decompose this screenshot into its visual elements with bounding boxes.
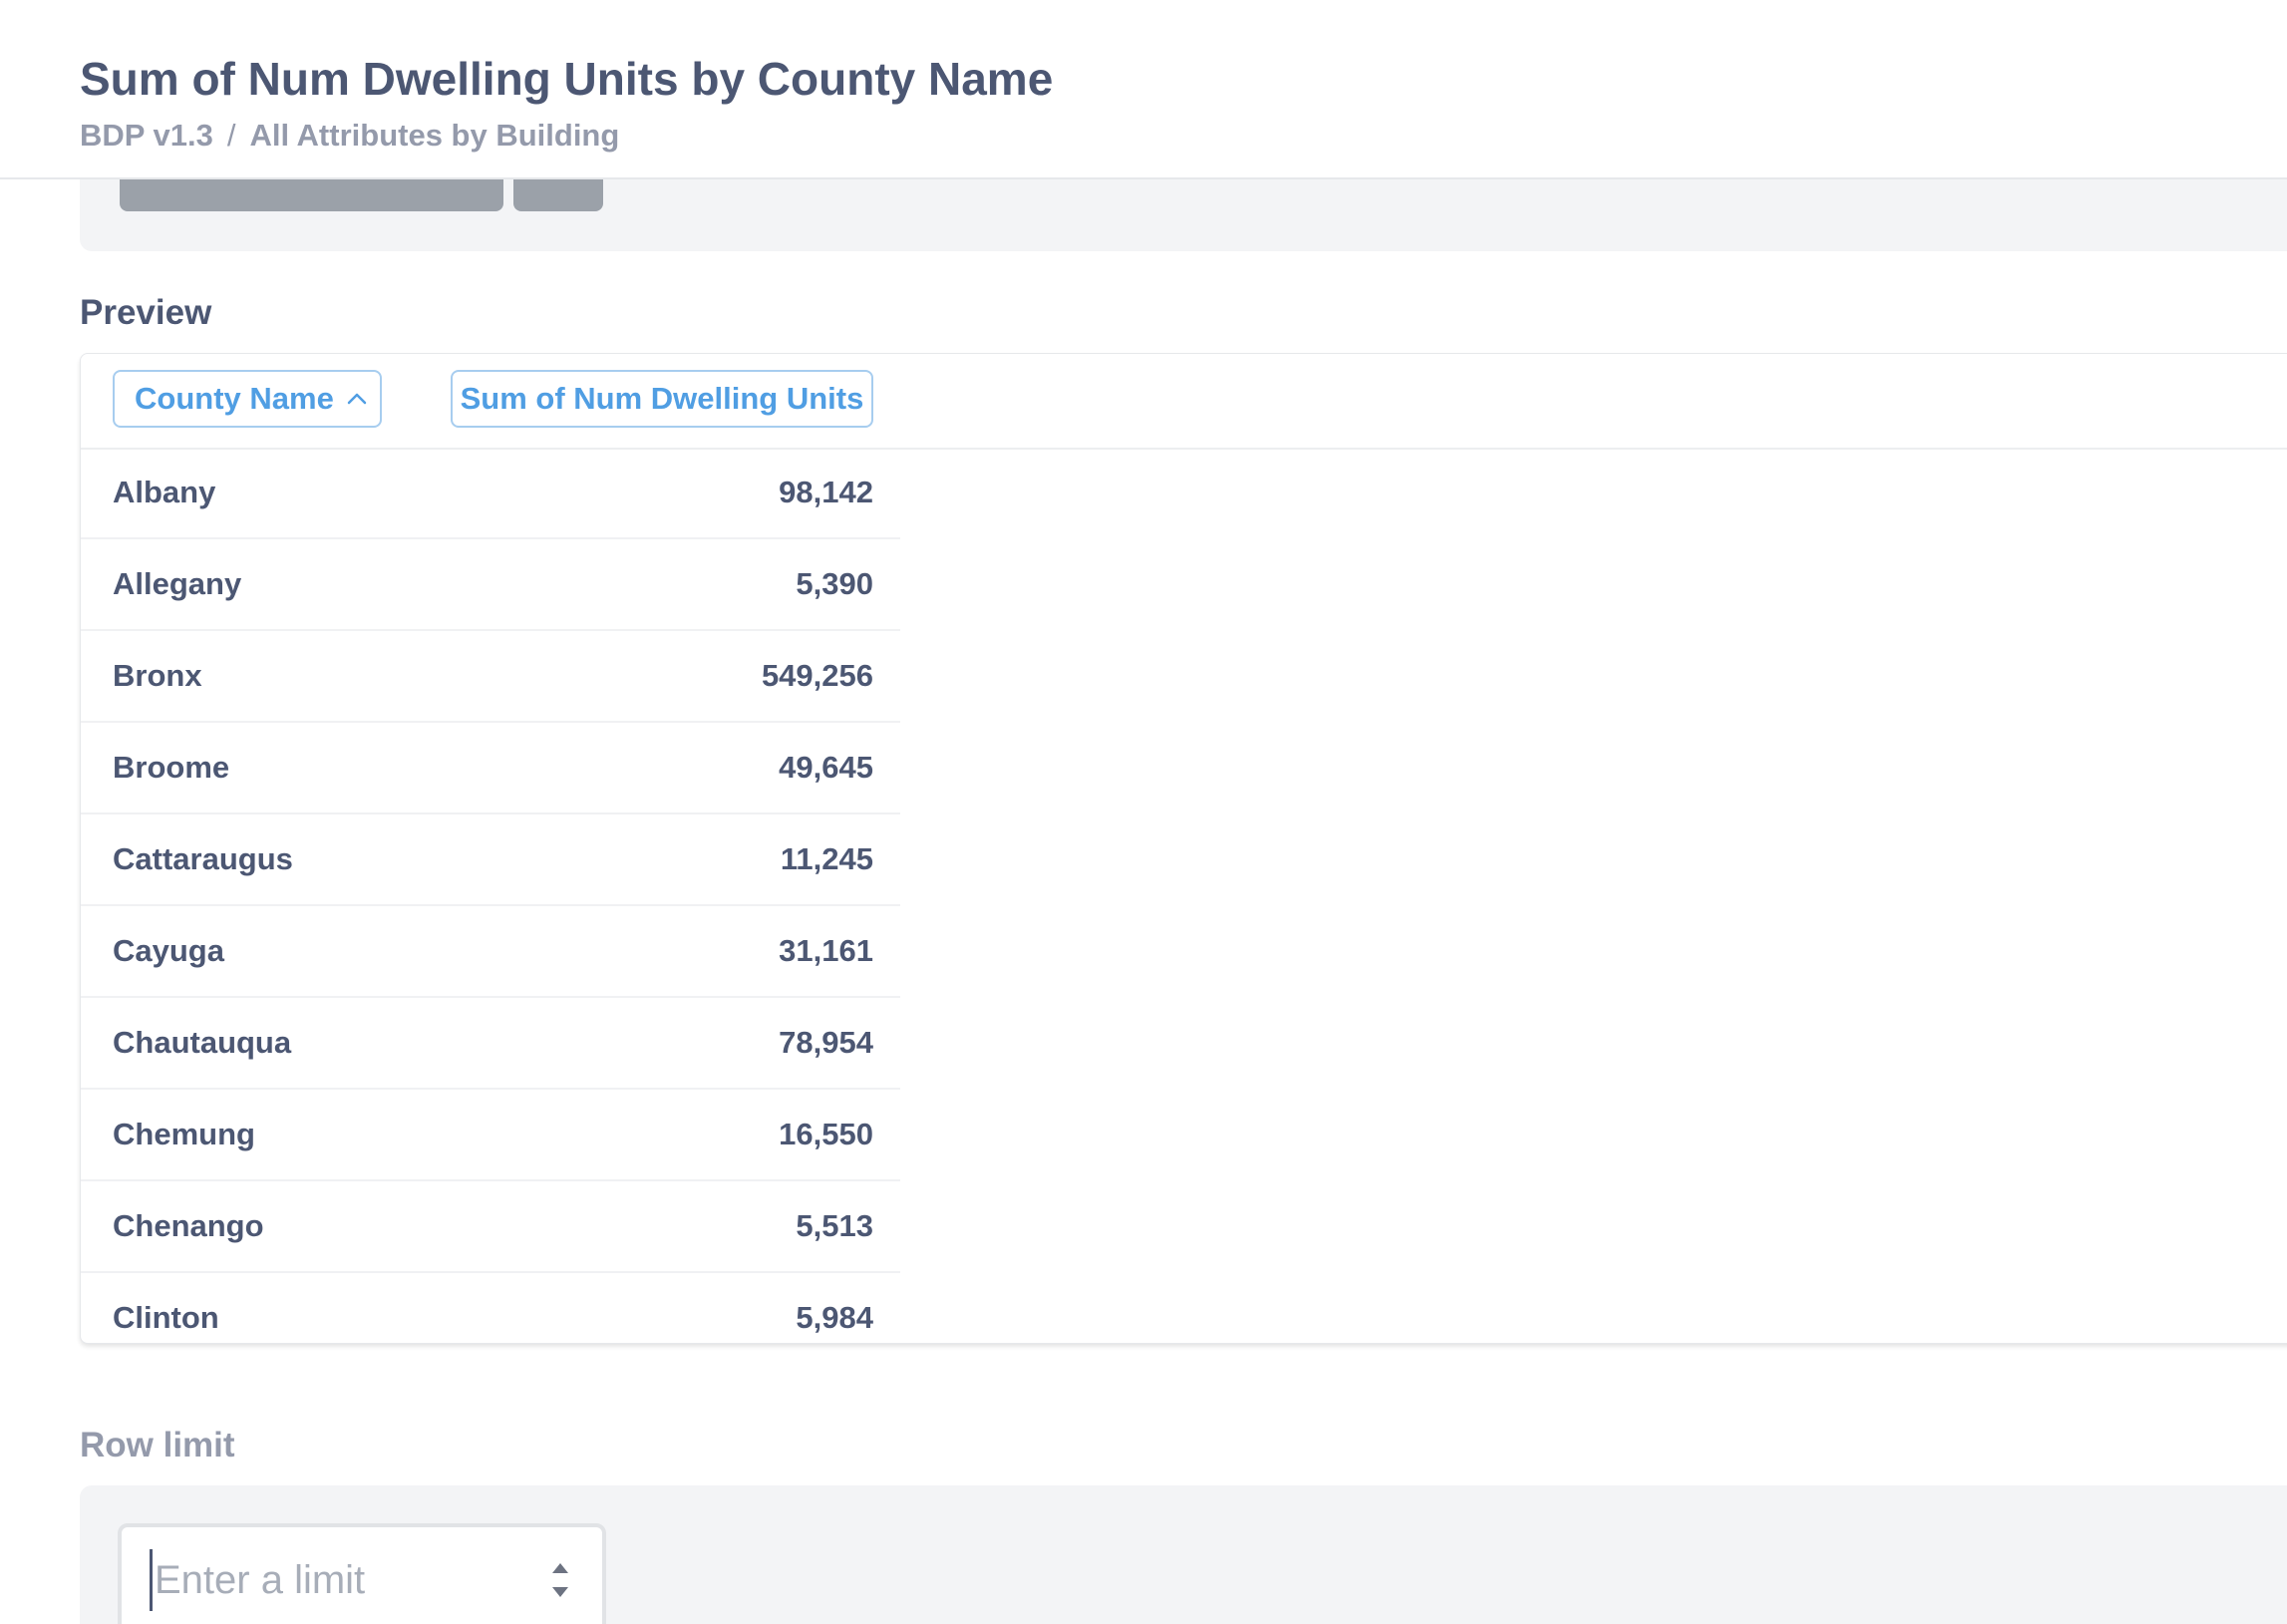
row-limit-input[interactable] [150,1549,535,1611]
county-name-cell: Bronx [113,658,202,693]
breadcrumb-table[interactable]: All Attributes by Building [249,118,619,153]
stepper-icon[interactable] [548,1557,572,1605]
table-row: Chemung 16,550 [81,1090,900,1181]
breadcrumb-separator: / [226,118,236,153]
dwelling-units-cell: 98,142 [779,475,873,509]
preview-table: County Name Sum of Num Dwelling Units Al… [80,353,2287,1344]
dwelling-units-cell: 11,245 [780,841,873,876]
dwelling-units-cell: 549,256 [761,658,873,693]
chevron-up-icon [346,388,368,410]
table-row: Chautauqua 78,954 [81,998,900,1090]
county-name-cell: Chautauqua [113,1025,292,1060]
table-body: Albany 98,142 Allegany 5,390 Bronx 549,2… [81,448,900,1343]
dwelling-units-cell: 5,390 [796,566,873,601]
row-limit-heading: Row limit [80,1426,235,1464]
table-row: Bronx 549,256 [81,631,900,723]
county-name-cell: Cayuga [113,933,224,968]
dwelling-units-cell: 5,984 [796,1300,873,1335]
table-row: Albany 98,142 [81,448,900,539]
page-title: Sum of Num Dwelling Units by County Name [80,53,1054,105]
table-row: Allegany 5,390 [81,539,900,631]
dwelling-units-cell: 78,954 [779,1025,873,1060]
page: Sum of Num Dwelling Units by County Name… [0,0,2287,1624]
page-header: Sum of Num Dwelling Units by County Name… [0,0,2287,179]
dwelling-units-cell: 49,645 [779,750,873,785]
breadcrumb-source[interactable]: BDP v1.3 [80,118,213,153]
county-name-cell: Chenango [113,1208,264,1243]
county-name-cell: Clinton [113,1300,219,1335]
table-header: County Name Sum of Num Dwelling Units [81,354,2287,450]
county-name-cell: Broome [113,750,230,785]
preview-heading: Preview [80,293,212,332]
county-name-cell: Albany [113,475,216,509]
breadcrumb: BDP v1.3 / All Attributes by Building [80,118,619,154]
dwelling-units-cell: 31,161 [779,933,873,968]
dwelling-units-cell: 5,513 [796,1208,873,1243]
county-name-cell: Allegany [113,566,242,601]
table-row: Cattaraugus 11,245 [81,814,900,906]
column-header-county-name[interactable]: County Name [113,370,382,428]
row-limit-field [118,1523,606,1624]
county-name-cell: Cattaraugus [113,841,293,876]
column-header-sum-dwelling-units[interactable]: Sum of Num Dwelling Units [451,370,873,428]
dwelling-units-cell: 16,550 [779,1117,873,1151]
table-row: Broome 49,645 [81,723,900,814]
column-header-label: Sum of Num Dwelling Units [460,381,864,416]
column-header-label: County Name [135,381,334,416]
table-row: Clinton 5,984 [81,1273,900,1343]
county-name-cell: Chemung [113,1117,255,1151]
table-row: Cayuga 31,161 [81,906,900,998]
table-row: Chenango 5,513 [81,1181,900,1273]
